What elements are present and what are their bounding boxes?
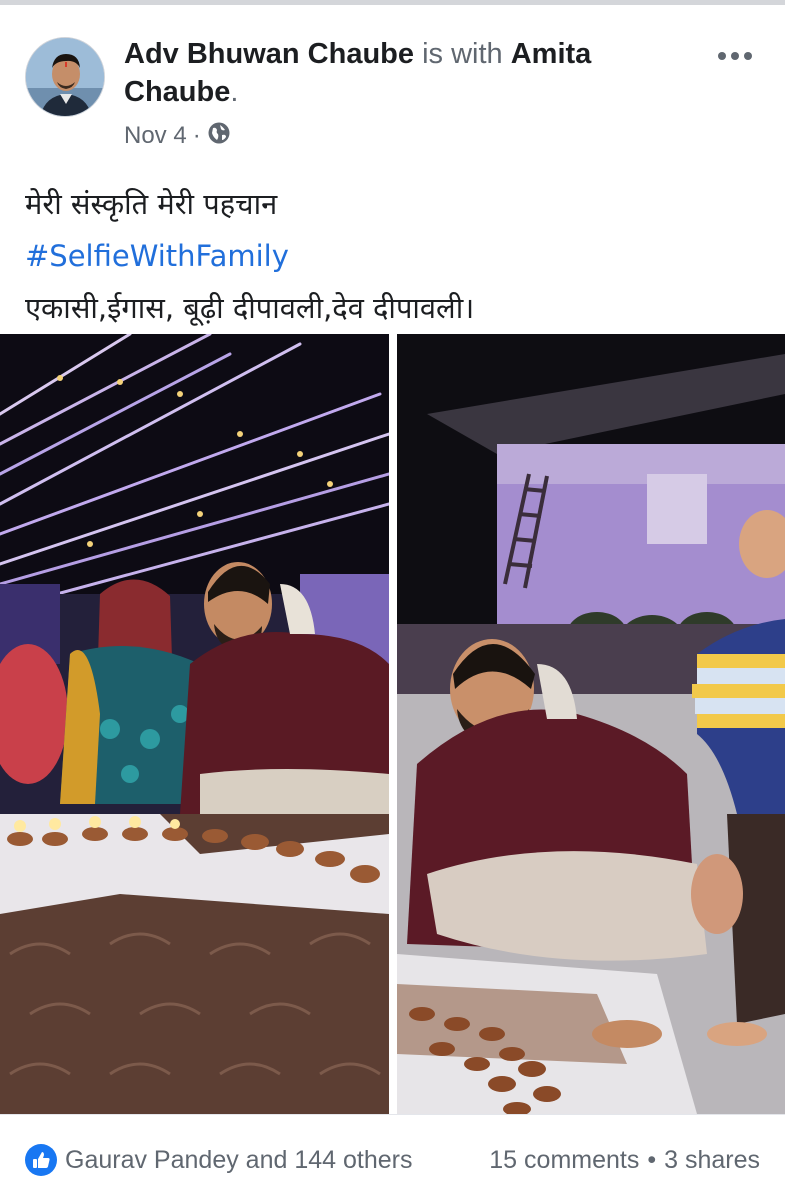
shares-count[interactable]: 3 shares [664, 1146, 760, 1175]
author-name[interactable]: Adv Bhuwan Chaube [124, 38, 414, 70]
photo-family-diyas[interactable] [397, 334, 785, 1114]
post-date[interactable]: Nov 4 [124, 122, 187, 150]
post-text-line-3: एकासी,ईगास, बूढ़ी दीपावली,देव दीपावली। [25, 291, 475, 325]
counts-bullet: • [647, 1146, 657, 1174]
engagement-counts: 15 comments • 3 shares [489, 1146, 760, 1175]
hashtag-link[interactable]: #SelfieWithFamily [25, 230, 765, 282]
post-header: Adv Bhuwan Chaube is with Amita Chaube. … [0, 5, 785, 155]
reactions-text: Gaurav Pandey and 144 others [65, 1145, 413, 1174]
tagged-suffix: . [230, 76, 239, 108]
meta-separator: · [192, 122, 201, 149]
author-line: Adv Bhuwan Chaube is with Amita Chaube. [124, 35, 684, 111]
author-avatar[interactable] [25, 37, 105, 117]
with-text: is with [422, 38, 503, 70]
post-text: मेरी संस्कृति मेरी पहचान #SelfieWithFami… [25, 178, 765, 334]
globe-icon [207, 121, 231, 152]
photo-diya-lighting[interactable] [0, 334, 389, 1114]
more-dots-icon [718, 52, 752, 60]
post-meta: Nov 4 · [124, 121, 231, 151]
reactions-summary[interactable]: Gaurav Pandey and 144 others [25, 1144, 412, 1176]
like-icon [25, 1144, 57, 1176]
more-options-button[interactable] [713, 41, 757, 71]
post-text-line-1: मेरी संस्कृति मेरी पहचान [25, 187, 278, 221]
post-footer: Gaurav Pandey and 144 others 15 comments… [0, 1114, 785, 1200]
comments-count[interactable]: 15 comments [489, 1146, 639, 1175]
